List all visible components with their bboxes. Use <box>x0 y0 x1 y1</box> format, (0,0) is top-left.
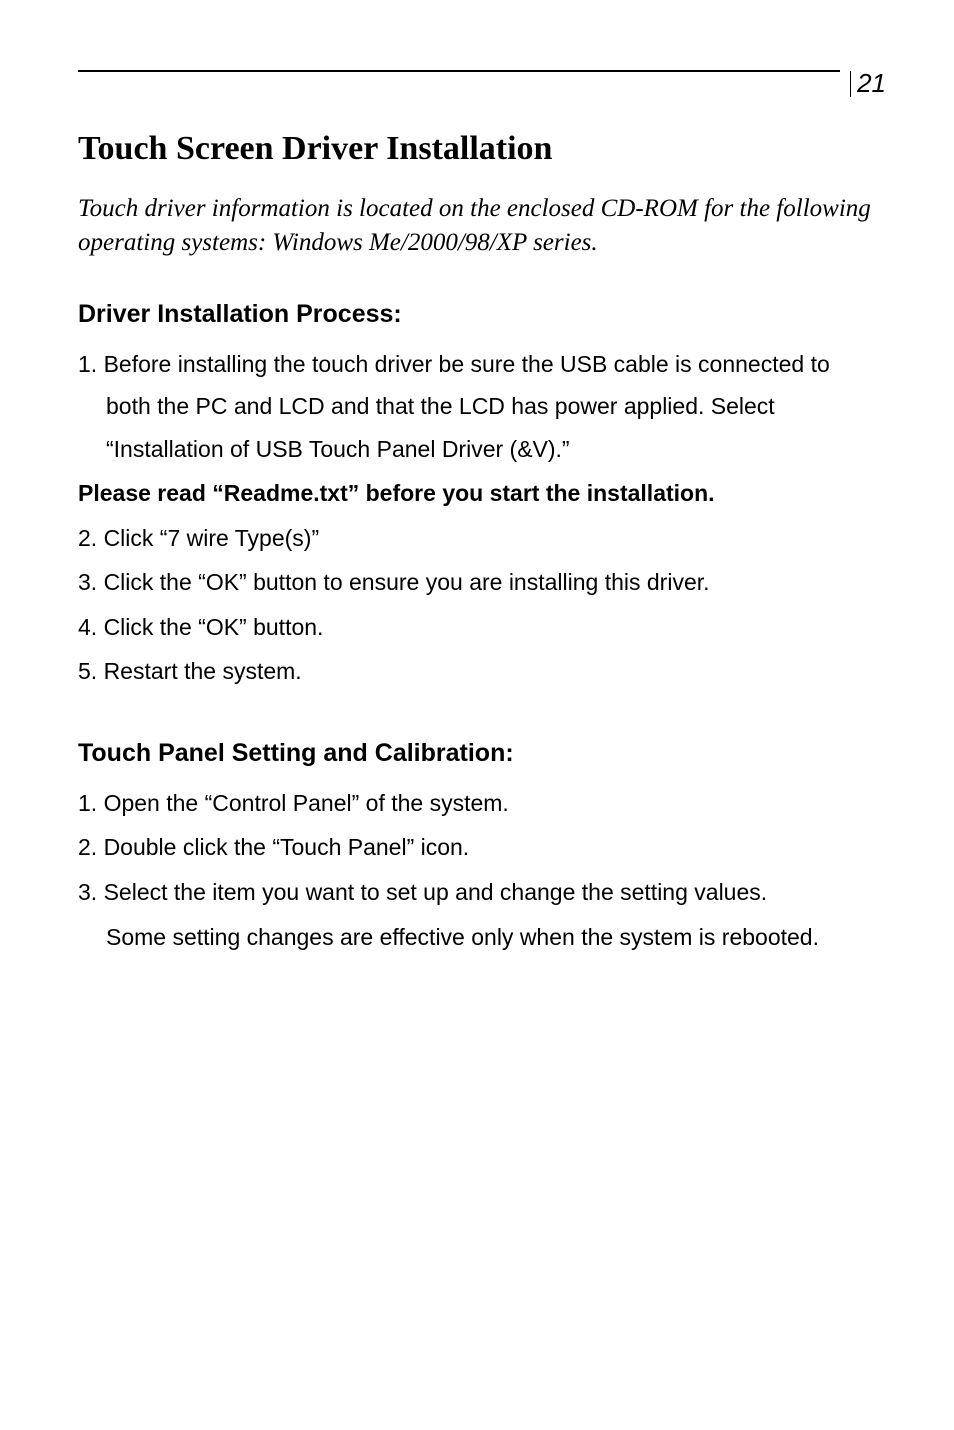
page-container: 21 Touch Screen Driver Installation Touc… <box>0 0 954 958</box>
page-number: 21 <box>850 68 886 99</box>
section-calibration-heading: Touch Panel Setting and Calibration: <box>78 739 876 768</box>
install-step-1: 1. Before installing the touch driver be… <box>78 343 876 471</box>
page-title: Touch Screen Driver Installation <box>78 130 876 168</box>
readme-note: Please read “Readme.txt” before you star… <box>78 472 876 515</box>
header-rule <box>78 70 840 72</box>
calibration-step-3a: 3. Select the item you want to set up an… <box>78 871 876 914</box>
spacer <box>78 695 876 739</box>
calibration-step-2: 2. Double click the “Touch Panel” icon. <box>78 826 876 869</box>
calibration-step-3b: Some setting changes are effective only … <box>78 916 876 959</box>
section-install-heading: Driver Installation Process: <box>78 300 876 329</box>
install-step-5: 5. Restart the system. <box>78 650 876 693</box>
calibration-step-1: 1. Open the “Control Panel” of the syste… <box>78 782 876 825</box>
install-step-4: 4. Click the “OK” button. <box>78 606 876 649</box>
intro-paragraph: Touch driver information is located on t… <box>78 192 876 260</box>
install-step-2: 2. Click “7 wire Type(s)” <box>78 517 876 560</box>
install-step-3: 3. Click the “OK” button to ensure you a… <box>78 561 876 604</box>
